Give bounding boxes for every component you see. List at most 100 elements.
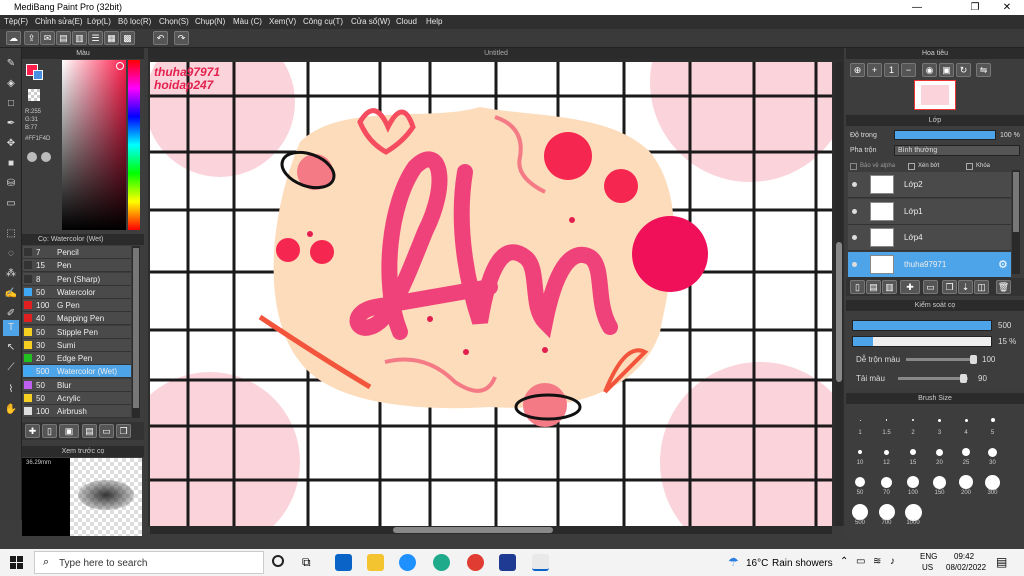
language-line-2[interactable]: US	[922, 563, 933, 572]
cortana-icon[interactable]	[272, 555, 284, 567]
brush-size-slider[interactable]	[852, 320, 992, 331]
drawing-canvas[interactable]: thuha97971 hoidap247	[150, 62, 832, 526]
menu-cloud[interactable]: Cloud	[396, 17, 417, 26]
comment-icon[interactable]: ✉	[40, 31, 55, 45]
brush-size-option[interactable]	[962, 448, 970, 456]
brush-size-option[interactable]	[858, 450, 862, 454]
brush-item[interactable]: 50 Watercolor	[23, 285, 131, 299]
brush-size-option[interactable]	[936, 448, 943, 456]
brush-size-option[interactable]	[859, 419, 861, 421]
zoom-in-icon[interactable]: +	[867, 63, 882, 77]
brush-size-option[interactable]	[985, 474, 1000, 490]
merge-layer-icon[interactable]: ⇣	[958, 280, 973, 294]
color-picker-area[interactable]	[62, 60, 126, 230]
brush-size-option[interactable]	[959, 475, 973, 489]
network-icon[interactable]: ▭	[856, 556, 865, 567]
brush-size-option[interactable]	[904, 503, 922, 521]
mail-icon[interactable]	[335, 554, 352, 571]
layer-list-scrollbar[interactable]	[1012, 170, 1020, 274]
zoom-fit-icon[interactable]: ⊕	[850, 63, 865, 77]
grid-settings-icon[interactable]: ▩	[120, 31, 135, 45]
layer-settings-icon[interactable]: ◫	[974, 280, 989, 294]
duplicate-layer-icon[interactable]: ❐	[942, 280, 957, 294]
taskbar-search-box[interactable]: ⌕ Type here to search	[34, 551, 264, 574]
text-tool-icon[interactable]: T	[3, 320, 19, 336]
brush-opacity-slider[interactable]	[852, 336, 992, 347]
grid-icon[interactable]: ▦	[104, 31, 119, 45]
list-icon[interactable]: ☰	[88, 31, 103, 45]
layer-visibility-icon[interactable]	[852, 208, 857, 214]
new-halftone-layer-icon[interactable]: ▤	[866, 280, 881, 294]
menu-window[interactable]: Cửa sổ(W)	[351, 17, 390, 26]
brush-item[interactable]: 20 Edge Pen	[23, 352, 131, 365]
divide-tool-icon[interactable]: ⟋	[3, 360, 19, 376]
chrome-icon[interactable]	[467, 554, 484, 571]
layer-row[interactable]: Lớp4	[848, 225, 1011, 251]
share-icon[interactable]: ⇪	[24, 31, 39, 45]
hand-tool-icon[interactable]: ✋	[3, 402, 19, 418]
fit-canvas-icon[interactable]: ▣	[939, 63, 954, 77]
document-tab[interactable]: Untitled	[148, 48, 844, 59]
tray-chevron-icon[interactable]: ⌃	[840, 556, 848, 567]
bucket-tool-icon[interactable]: ⛁	[3, 176, 19, 192]
gradient-tool-icon[interactable]: ▭	[3, 196, 19, 212]
operation-tool-icon[interactable]: ↖	[3, 340, 19, 356]
protect-alpha-checkbox[interactable]	[850, 163, 857, 170]
eyedropper-tool-icon[interactable]: ⌇	[3, 382, 19, 398]
brush-size-option[interactable]	[990, 418, 995, 422]
fill-rect-tool-icon[interactable]: ■	[3, 156, 19, 172]
menu-file[interactable]: Tệp(F)	[4, 17, 28, 26]
layer-visibility-icon[interactable]	[852, 235, 857, 240]
brush-size-option[interactable]	[907, 476, 919, 488]
layer-visibility-icon[interactable]	[852, 261, 857, 267]
color-reload-slider[interactable]	[898, 374, 968, 383]
brush-duplicate-icon[interactable]: ❐	[116, 424, 131, 438]
brush-size-option[interactable]	[910, 449, 916, 455]
zoom-out-icon[interactable]: −	[901, 63, 916, 77]
eraser-tool-icon[interactable]: ◈	[3, 76, 19, 92]
brush-size-option[interactable]	[878, 504, 895, 520]
secondary-color-swatch[interactable]	[33, 70, 43, 80]
canvas-horizontal-scrollbar[interactable]	[150, 526, 832, 534]
fit-window-icon[interactable]: ◉	[922, 63, 937, 77]
zalo-icon[interactable]	[399, 554, 416, 571]
brush-item[interactable]: 40 Mapping Pen	[23, 312, 131, 326]
menu-layer[interactable]: Lớp(L)	[87, 17, 111, 26]
blend-mode-select[interactable]: Bình thường	[894, 145, 1020, 156]
brush-item[interactable]: 8 Pen (Sharp)	[23, 272, 131, 286]
close-button[interactable]: ✕	[990, 0, 1024, 15]
clipping-checkbox[interactable]	[908, 163, 915, 170]
color-wheel-icon[interactable]	[41, 152, 51, 162]
brush-new-icon[interactable]: ▯	[42, 424, 57, 438]
layer-gear-icon[interactable]: ⚙	[998, 258, 1008, 271]
weather-temp[interactable]: 16°C	[746, 558, 768, 569]
cloud-icon[interactable]: ☁	[6, 31, 21, 45]
document-icon[interactable]: ▥	[72, 31, 87, 45]
brush-size-option[interactable]	[964, 418, 968, 422]
file-explorer-icon[interactable]	[367, 554, 384, 571]
word-icon[interactable]	[499, 554, 516, 571]
menu-color[interactable]: Màu (C)	[233, 17, 262, 26]
pen-tool-icon[interactable]: ✒	[3, 116, 19, 132]
brush-item[interactable]: 50 Blur	[23, 378, 131, 392]
select-pen-tool-icon[interactable]: ✍	[3, 286, 19, 302]
undo-icon[interactable]: ↶	[153, 31, 168, 45]
task-view-icon[interactable]: ⧉	[302, 555, 311, 570]
edge-icon[interactable]	[433, 554, 450, 571]
brush-size-option[interactable]	[855, 477, 865, 487]
clock-date[interactable]: 08/02/2022	[946, 563, 986, 572]
brush-item[interactable]: 15 Pen	[23, 259, 131, 273]
brush-item[interactable]: 30 Sumi	[23, 338, 131, 352]
blend-amount-slider[interactable]	[906, 355, 977, 364]
brush-add-icon[interactable]: ✚	[25, 424, 40, 438]
flip-icon[interactable]: ⇋	[976, 63, 991, 77]
lasso-tool-icon[interactable]: ◌	[3, 246, 19, 262]
select-tool-icon[interactable]: ⬚	[3, 226, 19, 242]
brush-size-option[interactable]	[852, 504, 868, 520]
brush-options-icon[interactable]: ▣	[59, 424, 79, 438]
layer-opacity-slider[interactable]	[894, 130, 996, 140]
brush-size-option[interactable]	[938, 418, 941, 422]
menu-view[interactable]: Xem(V)	[269, 17, 296, 26]
layer-visibility-icon[interactable]	[852, 182, 857, 187]
brush-size-option[interactable]	[881, 476, 892, 488]
